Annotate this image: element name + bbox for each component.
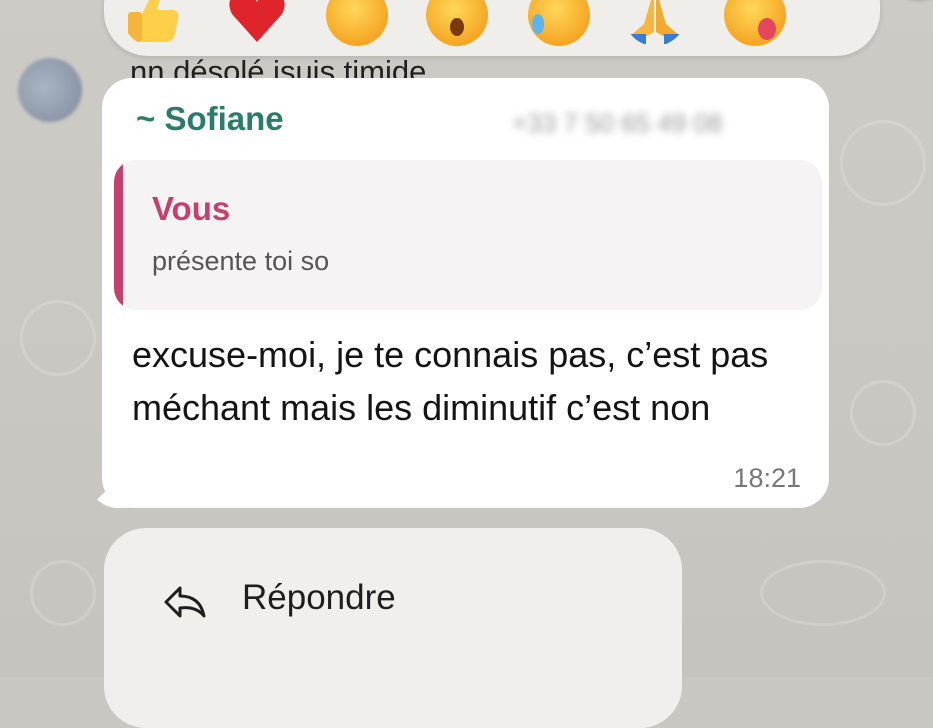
surprised-emoji[interactable] (426, 0, 488, 46)
sender-name[interactable]: ~ Sofiane (136, 100, 284, 138)
message-text: excuse-moi, je te connais pas, c’est pas… (132, 334, 769, 428)
heart-emoji[interactable] (226, 0, 288, 46)
quote-text: présente toi so (152, 246, 330, 276)
context-menu: Répondre (104, 528, 682, 728)
menu-item-label: Répondre (242, 578, 396, 617)
thumbs-up-emoji[interactable] (122, 0, 184, 46)
message-timestamp: 18:21 (733, 463, 801, 493)
quote-accent-bar (114, 160, 123, 310)
sender-phone: +33 7 50 65 49 08 (512, 108, 723, 138)
sad-emoji[interactable] (528, 0, 590, 46)
message-bubble[interactable]: ~ Sofiane +33 7 50 65 49 08 Vous présent… (102, 78, 829, 508)
quoted-reply[interactable]: Vous présente toi so (114, 160, 822, 310)
menu-item-reply[interactable]: Répondre (104, 566, 682, 636)
wallpaper-doodle (840, 120, 926, 206)
wallpaper-doodle (760, 560, 886, 626)
reply-icon (164, 586, 206, 618)
reaction-bar (104, 0, 880, 56)
wallpaper-doodle (850, 380, 916, 446)
laughing-emoji[interactable] (326, 0, 388, 46)
quote-author: Vous (152, 190, 231, 227)
wallpaper-doodle (30, 560, 96, 626)
praying-hands-emoji[interactable] (624, 0, 686, 46)
avatar[interactable] (18, 58, 82, 122)
tongue-emoji[interactable] (724, 0, 786, 46)
wallpaper-doodle (20, 300, 96, 376)
